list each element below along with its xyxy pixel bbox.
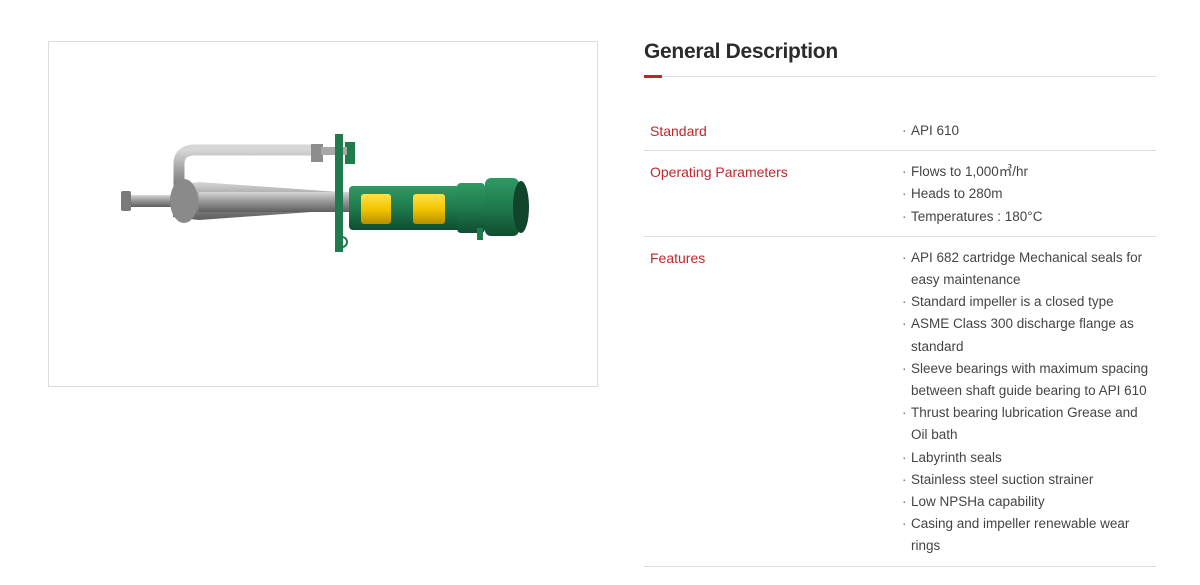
spec-values-list: · API 610 <box>902 120 1156 142</box>
spec-value-item: · Stainless steel suction strainer <box>902 469 1156 491</box>
spec-value-text: Flows to 1,000㎥/hr <box>911 164 1029 180</box>
spec-values-list: · Flows to 1,000㎥/hr · Heads to 280m · Temper… <box>902 161 1156 228</box>
pump-illustration <box>121 134 529 252</box>
spec-value-text: API 682 cartridge Mechanical seals for e… <box>911 249 1143 288</box>
spec-values-list: · API 682 cartridge Mechanical seals for … <box>902 247 1156 558</box>
title-divider <box>644 75 1156 84</box>
spec-label: Standard <box>650 123 707 139</box>
spec-value-item: · Flows to 1,000㎥/hr <box>902 161 1156 183</box>
spec-label: Features <box>650 249 706 266</box>
bullet-glyph: · <box>902 360 907 376</box>
bullet-glyph: · <box>902 471 907 487</box>
bullet-glyph: · <box>902 249 907 265</box>
spec-value-text: Heads to 280m <box>911 186 1003 202</box>
spec-value-text: ASME Class 300 discharge flange as stand… <box>911 316 1134 354</box>
spec-value-text: Sleeve bearings with maximum spacing bet… <box>911 360 1149 399</box>
spec-value-item: · Heads to 280m <box>902 183 1156 205</box>
spec-table: Standard · API 610 Operating Parameters · Flo… <box>644 110 1156 567</box>
spec-label: Operating Parameters <box>650 164 788 181</box>
spec-row: Operating Parameters · Flows to 1,000㎥/hr ·… <box>644 151 1156 237</box>
spec-value-item: · Sleeve bearings with maximum spacing be… <box>902 358 1156 402</box>
bullet-glyph: · <box>902 516 907 532</box>
spec-value-item: · Thrust bearing lubrication Grease and O… <box>902 402 1156 446</box>
general-description-panel: General Description Standard · API 610 Oper… <box>644 38 1156 567</box>
bullet-glyph: · <box>902 449 907 465</box>
spec-value-text: API 610 <box>911 123 960 138</box>
spec-value-item: · Low NPSHa capability <box>902 491 1156 513</box>
spec-row: Standard · API 610 <box>644 110 1156 152</box>
spec-value-item: · API 610 <box>902 120 1156 142</box>
spec-value-item: · ASME Class 300 discharge flange as stan… <box>902 313 1156 357</box>
spec-value-item: · Temperatures : 180°C <box>902 206 1156 228</box>
spec-value-item: · API 682 cartridge Mechanical seals for … <box>902 247 1156 291</box>
spec-value-item: · Casing and impeller renewable wear ring… <box>902 513 1156 557</box>
bullet-glyph: · <box>902 294 907 310</box>
bullet-glyph: · <box>902 208 907 224</box>
spec-value-text: Labyrinth seals <box>911 449 1002 465</box>
spec-row: Features · API 682 cartridge Mechanical se… <box>644 237 1156 567</box>
spec-value-text: Thrust bearing lubrication Grease and Oi… <box>911 405 1138 443</box>
bullet-glyph: · <box>902 316 907 332</box>
spec-value-text: Stainless steel suction strainer <box>911 471 1094 487</box>
bullet-glyph: · <box>902 164 907 180</box>
spec-value-item: · Labyrinth seals <box>902 447 1156 469</box>
section-title: General Description <box>644 40 838 63</box>
bullet-glyph: · <box>902 405 907 421</box>
spec-value-text: Casing and impeller renewable wear rings <box>911 516 1130 554</box>
spec-value-text: Standard impeller is a closed type <box>911 294 1114 310</box>
product-image <box>48 41 598 387</box>
bullet-glyph: · <box>902 494 907 510</box>
spec-value-text: Low NPSHa capability <box>911 494 1045 510</box>
spec-value-item: · Standard impeller is a closed type <box>902 291 1156 313</box>
bullet-glyph: · <box>902 123 907 138</box>
spec-value-text: Temperatures : 180°C <box>911 208 1043 224</box>
bullet-glyph: · <box>902 186 907 202</box>
